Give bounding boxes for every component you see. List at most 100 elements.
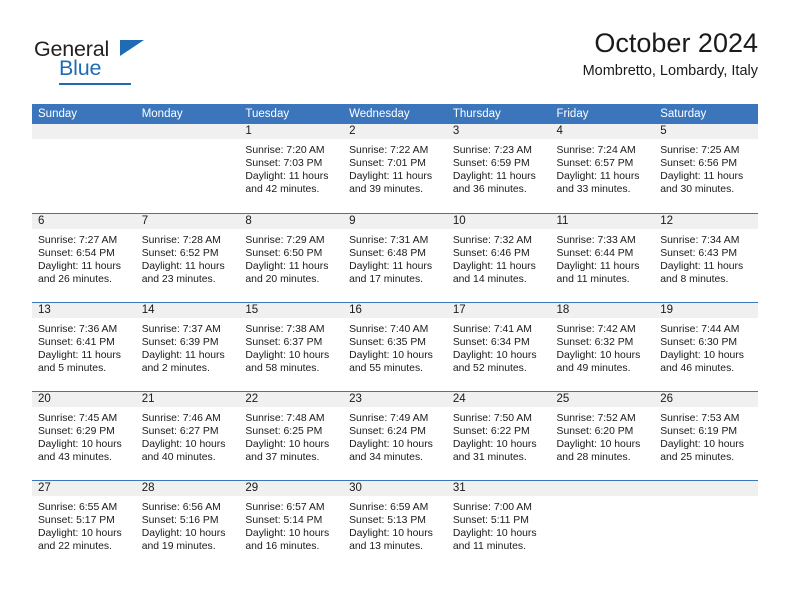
day-cell[interactable]: 21 Sunrise: 7:46 AM Sunset: 6:27 PM Dayligh… <box>135 390 240 480</box>
day-number: 14 <box>135 302 240 318</box>
day-cell[interactable]: 8 Sunrise: 7:29 AM Sunset: 6:50 PM Daylight… <box>239 212 344 302</box>
day-cell[interactable]: 4 Sunrise: 7:24 AM Sunset: 6:57 PM Daylight… <box>550 124 655 213</box>
day-number: 13 <box>32 302 136 318</box>
calendar-table: Sunday Monday Tuesday Wednesday Thursday Frid… <box>32 104 758 569</box>
day-cell[interactable]: 12 Sunrise: 7:34 AM Sunset: 6:43 PM Dayligh… <box>654 212 758 302</box>
day-cell[interactable]: 3 Sunrise: 7:23 AM Sunset: 6:59 PM Daylight… <box>446 124 551 213</box>
day-cell[interactable]: 13 Sunrise: 7:36 AM Sunset: 6:41 PM Dayligh… <box>32 301 136 391</box>
sun-info-line: Sunrise: 6:57 AM <box>245 501 325 513</box>
day-cell[interactable]: 31 Sunrise: 7:00 AM Sunset: 5:11 PM Dayligh… <box>446 479 551 569</box>
day-cell[interactable]: 28 Sunrise: 6:56 AM Sunset: 5:16 PM Dayligh… <box>135 479 240 569</box>
day-sun-info: Sunrise: 7:22 AM Sunset: 7:01 PM Daylight:… <box>343 139 447 196</box>
sun-info-line: Daylight: 10 hours <box>660 438 744 450</box>
page-title: October 2024 <box>594 28 758 58</box>
day-number: 30 <box>343 480 447 496</box>
sun-info-line: and 31 minutes. <box>452 451 527 463</box>
sun-info-line: Sunset: 6:22 PM <box>452 425 530 437</box>
day-number: 20 <box>32 391 136 407</box>
sun-info-line: and 49 minutes. <box>556 362 631 374</box>
day-cell[interactable]: 16 Sunrise: 7:40 AM Sunset: 6:35 PM Dayligh… <box>343 301 447 391</box>
day-number: 29 <box>239 480 344 496</box>
sun-info-line: Sunset: 6:24 PM <box>349 425 426 437</box>
day-cell[interactable]: 6 Sunrise: 7:27 AM Sunset: 6:54 PM Daylight… <box>32 212 136 302</box>
sun-info-line: Sunrise: 7:27 AM <box>38 234 118 246</box>
sun-info-line: Sunset: 6:29 PM <box>38 425 115 437</box>
day-number <box>654 480 758 496</box>
day-cell[interactable]: 7 Sunrise: 7:28 AM Sunset: 6:52 PM Daylight… <box>135 212 240 302</box>
day-cell[interactable]: 2 Sunrise: 7:22 AM Sunset: 7:01 PM Daylight… <box>343 124 447 213</box>
sun-info-line: and 46 minutes. <box>660 362 735 374</box>
day-cell-empty <box>32 124 136 213</box>
location-subtitle: Mombretto, Lombardy, Italy <box>582 63 758 80</box>
sun-info-line: Daylight: 11 hours <box>245 260 329 272</box>
day-cell[interactable]: 1 Sunrise: 7:20 AM Sunset: 7:03 PM Daylight… <box>239 124 344 213</box>
calendar-body: 1 Sunrise: 7:20 AM Sunset: 7:03 PM Daylight… <box>32 124 758 569</box>
day-cell[interactable]: 25 Sunrise: 7:52 AM Sunset: 6:20 PM Dayligh… <box>550 390 655 480</box>
day-number: 7 <box>135 213 240 229</box>
day-number: 28 <box>135 480 240 496</box>
day-number: 1 <box>239 124 344 139</box>
day-cell[interactable]: 9 Sunrise: 7:31 AM Sunset: 6:48 PM Daylight… <box>343 212 447 302</box>
sun-info-line: Sunset: 6:50 PM <box>245 247 323 259</box>
day-cell-empty <box>135 124 240 213</box>
day-cell[interactable]: 17 Sunrise: 7:41 AM Sunset: 6:34 PM Dayligh… <box>446 301 551 391</box>
day-cell[interactable]: 27 Sunrise: 6:55 AM Sunset: 5:17 PM Dayligh… <box>32 479 136 569</box>
day-cell[interactable]: 30 Sunrise: 6:59 AM Sunset: 5:13 PM Dayligh… <box>343 479 447 569</box>
sun-info-line: and 30 minutes. <box>660 184 735 196</box>
sun-info-line: Sunset: 6:32 PM <box>556 336 634 348</box>
day-number: 31 <box>446 480 551 496</box>
sun-info-line: Sunrise: 7:37 AM <box>141 323 221 335</box>
sun-info-line: Daylight: 10 hours <box>349 349 433 361</box>
day-sun-info: Sunrise: 6:57 AM Sunset: 5:14 PM Daylight:… <box>239 496 343 553</box>
sun-info-line: Daylight: 11 hours <box>660 171 744 183</box>
day-cell[interactable]: 11 Sunrise: 7:33 AM Sunset: 6:44 PM Dayligh… <box>550 212 655 302</box>
sun-info-line: Daylight: 11 hours <box>141 260 225 272</box>
sun-info-line: Sunset: 6:34 PM <box>452 336 530 348</box>
day-sun-info: Sunrise: 7:46 AM Sunset: 6:27 PM Daylight:… <box>136 407 240 464</box>
day-cell[interactable]: 19 Sunrise: 7:44 AM Sunset: 6:30 PM Dayligh… <box>654 301 758 391</box>
day-sun-info: Sunrise: 7:27 AM Sunset: 6:54 PM Daylight:… <box>32 229 136 286</box>
day-number: 21 <box>135 391 240 407</box>
day-number: 11 <box>550 213 655 229</box>
day-cell[interactable]: 14 Sunrise: 7:37 AM Sunset: 6:39 PM Dayligh… <box>135 301 240 391</box>
weekday-header-wednesday: Wednesday <box>343 104 447 124</box>
sun-info-line: Sunrise: 7:36 AM <box>38 323 118 335</box>
sun-info-line: Sunrise: 6:59 AM <box>349 501 429 513</box>
day-cell[interactable]: 29 Sunrise: 6:57 AM Sunset: 5:14 PM Dayligh… <box>239 479 344 569</box>
sun-info-line: Sunrise: 7:45 AM <box>38 412 118 424</box>
day-sun-info: Sunrise: 7:34 AM Sunset: 6:43 PM Daylight:… <box>654 229 758 286</box>
day-cell[interactable]: 20 Sunrise: 7:45 AM Sunset: 6:29 PM Dayligh… <box>32 390 136 480</box>
sun-info-line: Daylight: 10 hours <box>141 527 226 539</box>
sun-info-line: Sunset: 6:41 PM <box>38 336 115 348</box>
sun-info-line: and 17 minutes. <box>349 273 424 285</box>
sun-info-line: and 5 minutes. <box>38 362 107 374</box>
day-sun-info: Sunrise: 7:20 AM Sunset: 7:03 PM Daylight:… <box>239 139 343 196</box>
sun-info-line: Daylight: 10 hours <box>452 438 537 450</box>
weekday-header-friday: Friday <box>550 104 655 124</box>
sun-info-line: Sunset: 7:03 PM <box>245 158 323 170</box>
day-number: 15 <box>239 302 344 318</box>
sun-info-line: Daylight: 11 hours <box>245 171 329 183</box>
day-number: 22 <box>239 391 344 407</box>
day-sun-info: Sunrise: 7:44 AM Sunset: 6:30 PM Daylight:… <box>654 318 758 375</box>
sun-info-line: Daylight: 11 hours <box>141 349 225 361</box>
sun-info-line: and 11 minutes. <box>556 273 630 285</box>
sun-info-line: Sunrise: 7:52 AM <box>556 412 636 424</box>
day-number: 23 <box>343 391 447 407</box>
day-sun-info: Sunrise: 7:33 AM Sunset: 6:44 PM Daylight:… <box>551 229 655 286</box>
day-cell[interactable]: 24 Sunrise: 7:50 AM Sunset: 6:22 PM Dayligh… <box>446 390 551 480</box>
sun-info-line: Sunrise: 7:53 AM <box>660 412 740 424</box>
weekday-header-sunday: Sunday <box>32 104 136 124</box>
day-cell[interactable]: 23 Sunrise: 7:49 AM Sunset: 6:24 PM Dayligh… <box>343 390 447 480</box>
sun-info-line: Sunset: 6:19 PM <box>660 425 738 437</box>
day-sun-info: Sunrise: 7:40 AM Sunset: 6:35 PM Daylight:… <box>343 318 447 375</box>
sun-info-line: Daylight: 10 hours <box>38 527 122 539</box>
day-cell[interactable]: 26 Sunrise: 7:53 AM Sunset: 6:19 PM Dayligh… <box>654 390 758 480</box>
day-cell[interactable]: 18 Sunrise: 7:42 AM Sunset: 6:32 PM Dayligh… <box>550 301 655 391</box>
day-cell[interactable]: 15 Sunrise: 7:38 AM Sunset: 6:37 PM Dayligh… <box>239 301 344 391</box>
day-cell[interactable]: 22 Sunrise: 7:48 AM Sunset: 6:25 PM Dayligh… <box>239 390 344 480</box>
sun-info-line: Daylight: 10 hours <box>556 349 641 361</box>
day-cell[interactable]: 5 Sunrise: 7:25 AM Sunset: 6:56 PM Daylight… <box>654 124 758 213</box>
day-cell[interactable]: 10 Sunrise: 7:32 AM Sunset: 6:46 PM Dayligh… <box>446 212 551 302</box>
sun-info-line: and 8 minutes. <box>660 273 729 285</box>
